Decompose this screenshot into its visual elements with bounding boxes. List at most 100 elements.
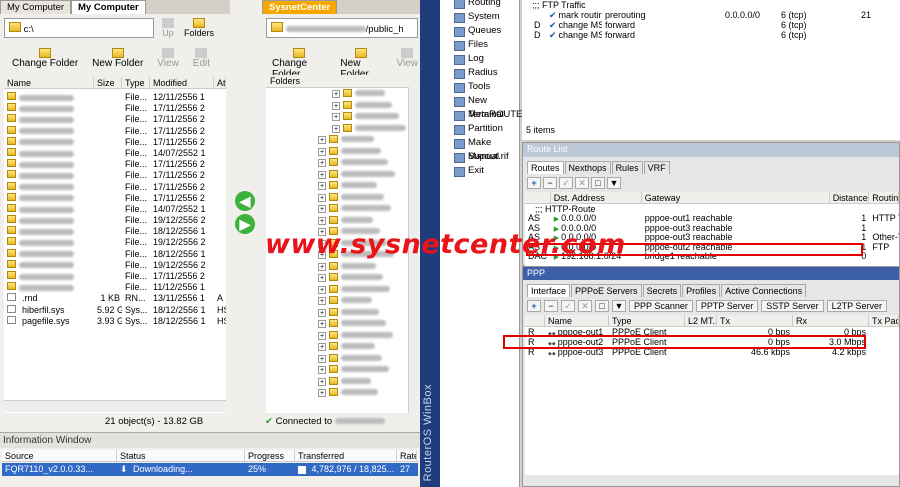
file-row[interactable]: File... 17/11/2556 2 xyxy=(4,114,226,125)
tree-folder[interactable]: + xyxy=(266,146,418,158)
col-rate[interactable]: Rate xyxy=(397,450,417,461)
col-type[interactable]: Type xyxy=(122,77,150,88)
tree-folder[interactable]: + xyxy=(266,364,418,376)
tab-interface[interactable]: Interface xyxy=(527,284,571,297)
expand-icon[interactable]: + xyxy=(318,331,326,340)
tree-folder[interactable]: + xyxy=(266,353,418,365)
expand-icon[interactable]: + xyxy=(318,193,326,202)
col-attr[interactable]: At xyxy=(214,77,226,88)
file-row[interactable]: File... 19/12/2556 2 xyxy=(4,259,226,271)
expand-icon[interactable]: + xyxy=(318,354,326,363)
ppp-col[interactable]: Tx Pack xyxy=(869,315,899,326)
file-row[interactable]: File... 11/12/2556 1 xyxy=(4,282,226,293)
file-row[interactable]: File... 18/12/2556 1 xyxy=(4,248,226,260)
menu-item-system[interactable]: System xyxy=(440,10,519,24)
col-source[interactable]: Source xyxy=(2,450,117,461)
comment-icon[interactable]: □ xyxy=(595,300,609,312)
disable-icon[interactable]: ✕ xyxy=(578,300,592,312)
tree-folder[interactable]: + xyxy=(266,100,418,112)
tab-pppoe-servers[interactable]: PPPoE Servers xyxy=(571,284,642,297)
expand-icon[interactable]: + xyxy=(332,101,340,110)
file-row[interactable]: File... 17/11/2556 2 xyxy=(4,170,226,181)
file-row[interactable]: File... 17/11/2556 2 xyxy=(4,159,226,170)
menu-item-files[interactable]: Files xyxy=(440,38,519,52)
tree-folder[interactable]: + xyxy=(266,192,418,204)
pptp-server-button[interactable]: PPTP Server xyxy=(695,300,759,312)
tab-secrets[interactable]: Secrets xyxy=(642,284,682,297)
menu-item-partition[interactable]: Partition xyxy=(440,122,519,136)
tree-folder[interactable]: + xyxy=(266,387,418,399)
ppp-col[interactable]: Type xyxy=(609,315,685,326)
tree-folder[interactable]: + xyxy=(266,134,418,146)
expand-icon[interactable]: + xyxy=(332,90,340,98)
tree-folder[interactable]: + xyxy=(266,261,418,273)
transfer-row[interactable]: FQR7110_v2.0.0.33... ⬇ Downloading... 25… xyxy=(2,463,418,476)
tab-my-computer-active[interactable]: My Computer xyxy=(71,0,146,14)
menu-item-new-terminal[interactable]: New Terminal xyxy=(440,94,519,120)
menu-item-tools[interactable]: Tools xyxy=(440,80,519,94)
remove-icon[interactable]: − xyxy=(543,177,557,189)
edit-button[interactable]: Edit xyxy=(191,48,212,69)
expand-icon[interactable]: + xyxy=(318,343,326,351)
tree-folder[interactable]: + xyxy=(266,341,418,353)
mangle-row[interactable]: 2 ✔mark routingprerouting 0.0.0.0/0 6 (tcp)… xyxy=(522,10,900,20)
tree-folder[interactable]: + xyxy=(266,376,418,388)
tree-folder[interactable]: + xyxy=(266,157,418,169)
ppp-col[interactable] xyxy=(525,315,545,326)
route-col[interactable] xyxy=(525,192,551,203)
upload-arrow-icon[interactable]: ◀ xyxy=(235,191,255,211)
tab-nexthops[interactable]: Nexthops xyxy=(564,161,611,174)
tree-folder[interactable]: + xyxy=(266,330,418,342)
col-transferred[interactable]: Transferred xyxy=(295,450,397,461)
file-row[interactable]: .rnd 1 KB RN... 13/11/2556 1 A xyxy=(4,293,226,304)
tab-sysnetcenter[interactable]: SysnetCenter xyxy=(262,0,338,14)
file-row[interactable]: File... 17/11/2556 2 xyxy=(4,125,226,137)
tree-folder[interactable]: + xyxy=(266,272,418,284)
up-button[interactable]: Up xyxy=(160,18,176,38)
filter-icon[interactable]: ▼ xyxy=(607,177,621,189)
enable-icon[interactable]: ✓ xyxy=(561,300,575,312)
tree-folder[interactable]: + xyxy=(266,307,418,319)
change-folder-button[interactable]: Change Folder xyxy=(10,48,80,69)
menu-item-routing[interactable]: Routing xyxy=(440,0,519,10)
ppp-scanner-button[interactable]: PPP Scanner xyxy=(629,300,693,312)
tree-folder[interactable]: + xyxy=(266,169,418,181)
tree-folder[interactable]: + xyxy=(266,284,418,296)
tab-rules[interactable]: Rules xyxy=(611,161,643,174)
route-col[interactable]: Routing xyxy=(869,192,899,203)
col-size[interactable]: Size xyxy=(94,77,122,88)
tab-profiles[interactable]: Profiles xyxy=(682,284,721,297)
col-name[interactable]: Name xyxy=(4,77,94,88)
tab-active-connections[interactable]: Active Connections xyxy=(721,284,807,297)
tab-routes[interactable]: Routes xyxy=(527,161,564,174)
expand-icon[interactable]: + xyxy=(318,297,326,305)
expand-icon[interactable]: + xyxy=(318,216,326,225)
download-arrow-icon[interactable]: ▶ xyxy=(235,214,255,234)
remote-path[interactable]: /public_h xyxy=(366,24,404,35)
filter-icon[interactable]: ▼ xyxy=(612,300,626,312)
col-modified[interactable]: Modified xyxy=(150,77,214,88)
route-col[interactable]: Dst. Address xyxy=(551,192,642,203)
comment-icon[interactable]: □ xyxy=(591,177,605,189)
tree-folder[interactable]: + xyxy=(266,123,418,135)
add-icon[interactable]: + xyxy=(527,177,541,189)
ppp-col[interactable]: Rx xyxy=(793,315,869,326)
l2tp-server-button[interactable]: L2TP Server xyxy=(826,300,887,312)
ppp-col[interactable]: Name xyxy=(545,315,609,326)
expand-icon[interactable]: + xyxy=(318,205,326,213)
col-progress[interactable]: Progress xyxy=(245,450,295,461)
expand-icon[interactable]: + xyxy=(332,113,340,121)
view-button[interactable]: View xyxy=(155,48,181,69)
route-col[interactable]: Distance xyxy=(830,192,870,203)
folders-button[interactable]: Folders xyxy=(182,18,216,38)
file-row[interactable]: File... 18/12/2556 1 xyxy=(4,226,226,237)
ppp-col[interactable]: Tx xyxy=(717,315,793,326)
expand-icon[interactable]: + xyxy=(318,274,326,282)
file-row[interactable]: File... 17/11/2556 2 xyxy=(4,103,226,114)
mangle-row[interactable]: 3D ✔change MSSforward 6 (tcp) xyxy=(522,20,900,30)
route-col[interactable]: Gateway xyxy=(642,192,830,203)
enable-icon[interactable]: ✓ xyxy=(559,177,573,189)
new-folder-button[interactable]: New Folder xyxy=(90,48,145,69)
route-row[interactable]: AS ▶0.0.0.0/0pppoe-out1 reachable 1 HTTP Tr xyxy=(525,214,899,224)
tree-folder[interactable]: + xyxy=(266,111,418,123)
